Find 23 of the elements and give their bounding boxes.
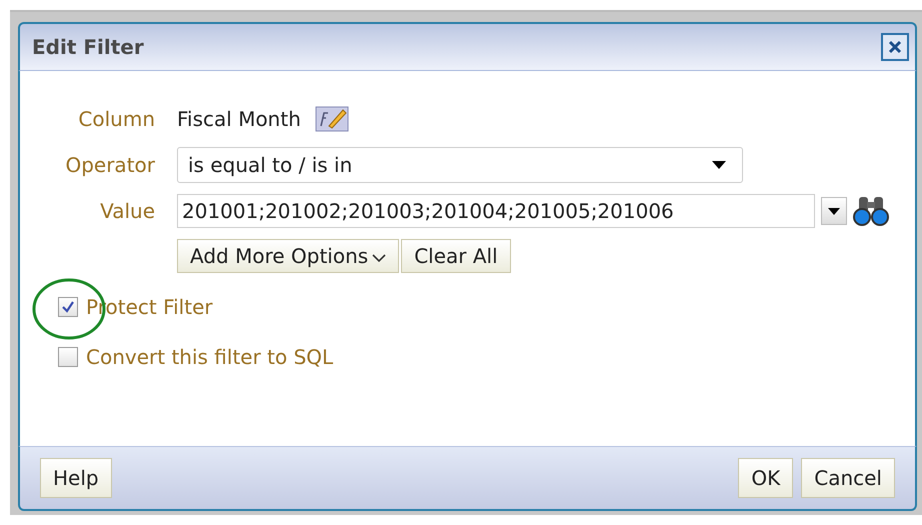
close-icon [886,38,904,56]
clear-button[interactable]: Clear All [401,239,511,273]
checkbox[interactable] [58,347,78,367]
column-value: Fiscal Month [177,107,301,131]
operator-dropdown[interactable]: is equal to / is in [177,147,743,183]
edit-icon[interactable] [314,106,349,132]
field-label: Column [78,107,155,131]
value-field[interactable]: 201001;201002;201003;201004;201005;201006 [177,194,815,228]
chevron-icon [372,254,386,262]
checkbox[interactable] [58,297,78,317]
checkbox-label: Convert this filter to SQL [86,345,334,369]
ok-button[interactable]: OK [738,458,794,498]
cancel-button[interactable]: Cancel [801,458,895,498]
field-label: Operator [65,153,155,177]
close-button[interactable] [881,33,909,61]
caret-icon [828,208,840,214]
window-title: Edit Filter [32,35,144,59]
binoculars-icon[interactable] [853,194,889,228]
field-label: Value [100,199,155,223]
help-button[interactable]: Help [40,458,112,498]
menu-button[interactable]: Add More Options [177,239,400,273]
dropdown-button[interactable] [821,197,847,225]
caret-icon [712,161,726,169]
